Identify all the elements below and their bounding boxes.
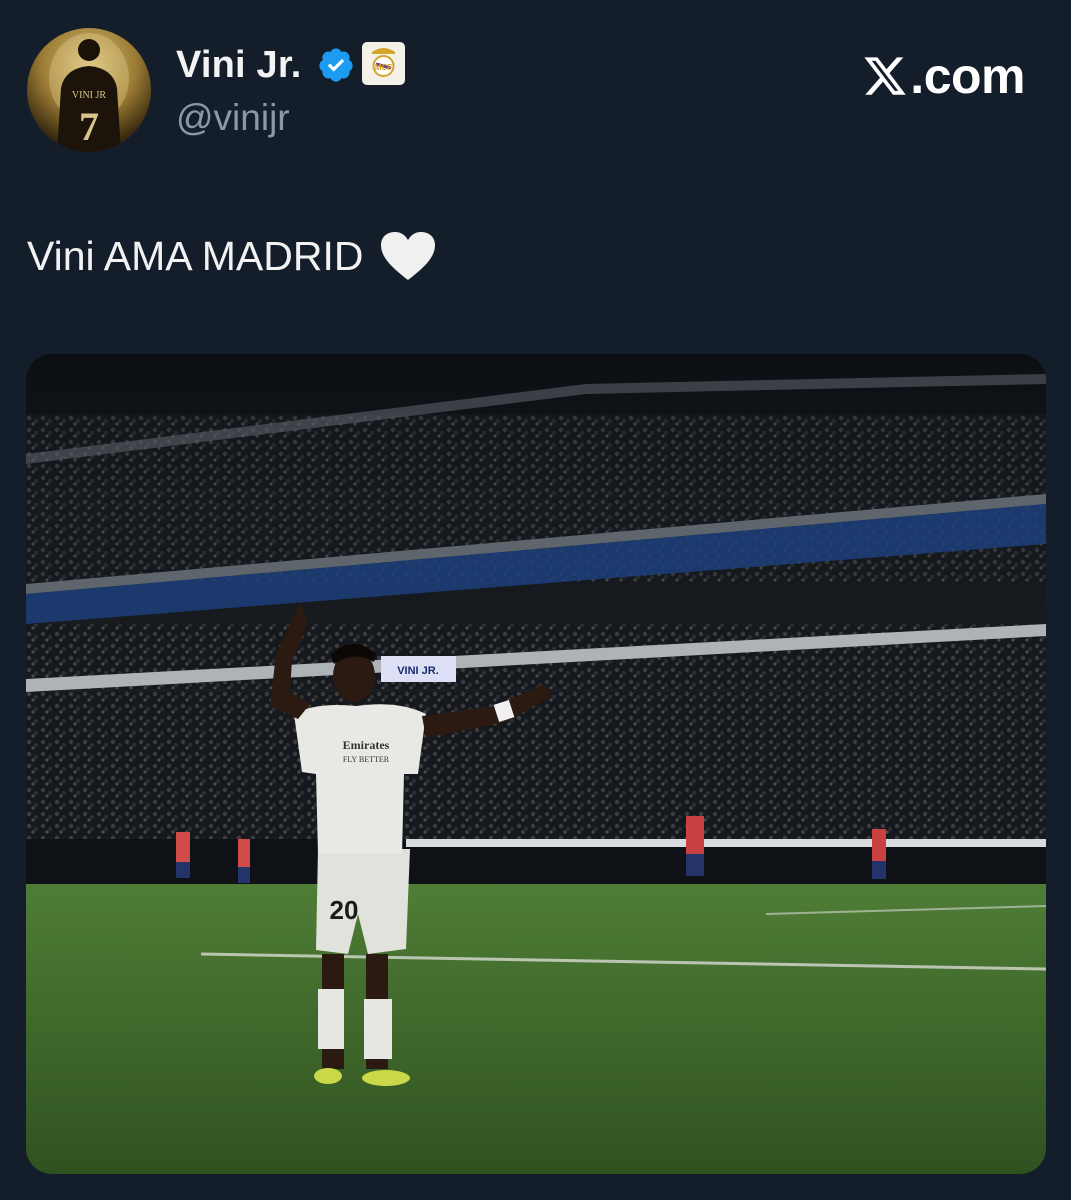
white-heart-icon <box>381 232 436 280</box>
tweet-body: Vini AMA MADRID <box>27 233 364 279</box>
avatar-number-text: 7 <box>79 104 99 149</box>
avatar-name-text: VINI JR <box>72 90 106 101</box>
stadium-photo: VINI JR. 20 Emirates FLY BETTER <box>26 354 1046 1174</box>
avatar-silhouette-icon: VINI JR 7 <box>49 33 129 152</box>
tweet-text: Vini AMA MADRID <box>27 228 437 284</box>
tweet-photo[interactable]: VINI JR. 20 Emirates FLY BETTER <box>26 354 1046 1174</box>
verified-check-icon <box>319 48 353 82</box>
svg-text:MCF: MCF <box>375 63 392 72</box>
stadium-banner-text: VINI JR. <box>397 665 439 677</box>
tweet-card: VINI JR 7 Vini Jr. MCF @vinijr .com Vini… <box>0 0 1071 1200</box>
sponsor-tagline-text: FLY BETTER <box>343 755 390 764</box>
real-madrid-crest-icon[interactable]: MCF <box>362 42 405 85</box>
site-logo: .com <box>862 48 1025 104</box>
site-domain-text: .com <box>910 48 1025 104</box>
shirt-number-text: 20 <box>330 895 359 925</box>
sponsor-text: Emirates <box>343 738 390 752</box>
author-handle[interactable]: @vinijr <box>176 96 290 140</box>
avatar[interactable]: VINI JR 7 <box>27 28 151 152</box>
x-logo-icon <box>864 57 907 95</box>
display-name[interactable]: Vini Jr. <box>176 42 302 88</box>
